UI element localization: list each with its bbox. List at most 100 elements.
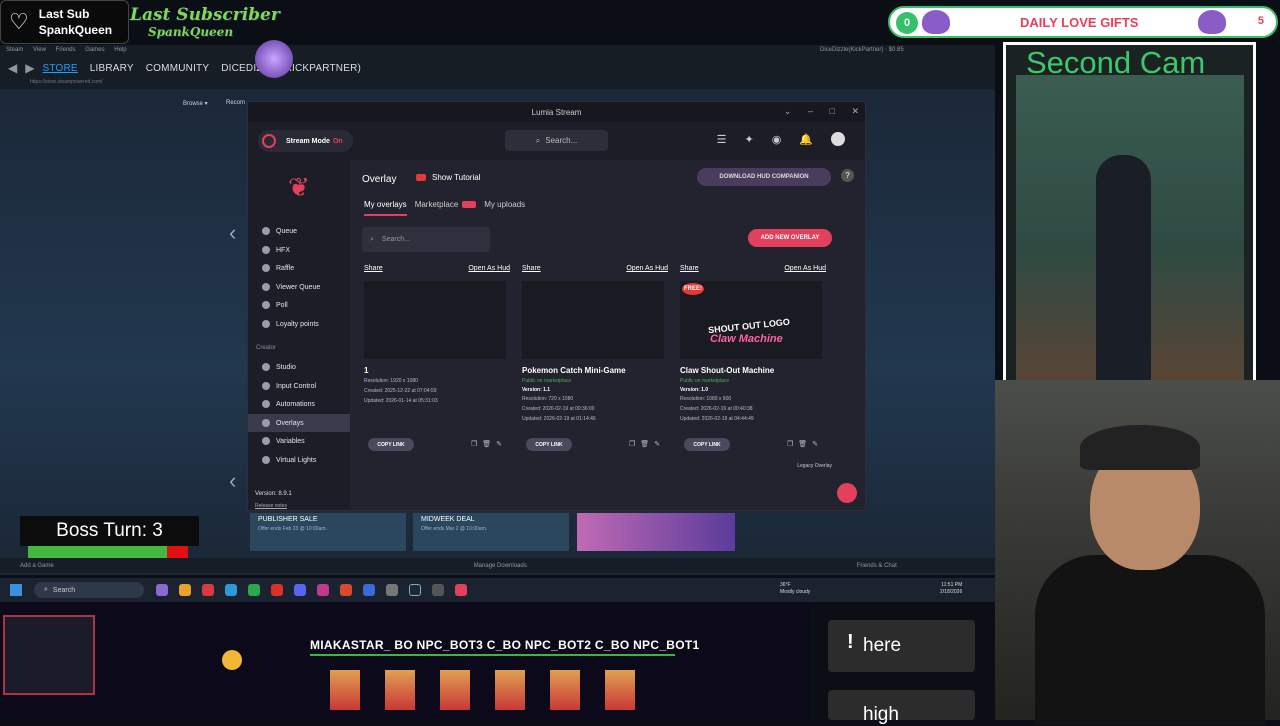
stream-mode-toggle[interactable]: Stream Mode On: [258, 130, 353, 152]
avatar[interactable]: [831, 132, 845, 146]
app-icon[interactable]: [432, 584, 444, 596]
carousel-prev-icon[interactable]: ‹: [229, 220, 236, 246]
sidebar-item-input-control[interactable]: Input Control: [248, 377, 350, 395]
nav-community[interactable]: COMMUNITY: [146, 63, 209, 74]
open-as-hud-link[interactable]: Open As Hud: [784, 265, 826, 277]
steam-menu-bar: Steam View Friends Games Help DiceDizzle…: [0, 45, 995, 57]
app-icon[interactable]: [363, 584, 375, 596]
overlay-card[interactable]: Share Open As Hud 1 Resolution: 1920 x 1…: [364, 265, 510, 465]
publisher-sale-tile[interactable]: PUBLISHER SALE Offer ends Feb 23 @ 10:00…: [250, 513, 406, 551]
carousel-prev-icon-2[interactable]: ‹: [229, 468, 236, 494]
palette-icon[interactable]: ◉: [772, 133, 782, 146]
overlay-search-input[interactable]: ⌕ Search...: [362, 227, 490, 252]
open-as-hud-link[interactable]: Open As Hud: [468, 265, 510, 277]
copy-link-button[interactable]: COPY LINK: [684, 438, 730, 451]
lumia-icon[interactable]: [455, 584, 467, 596]
tab-my-overlays[interactable]: My overlays: [364, 200, 407, 216]
back-arrow-icon[interactable]: ◀: [8, 61, 17, 75]
discord-icon[interactable]: [294, 584, 306, 596]
copy-link-button[interactable]: COPY LINK: [526, 438, 572, 451]
chevron-down-icon[interactable]: ⌄: [784, 106, 792, 116]
menu-view[interactable]: View: [33, 47, 46, 53]
nav-library[interactable]: LIBRARY: [90, 63, 134, 74]
share-link[interactable]: Share: [364, 265, 383, 277]
hfx-icon: [262, 246, 270, 254]
game-art-tile[interactable]: [577, 513, 735, 551]
overlay-card[interactable]: Share Open As Hud Pokemon Catch Mini-Gam…: [522, 265, 668, 465]
clock[interactable]: 11:51 PM 2/18/2026: [940, 582, 962, 596]
app-icon[interactable]: [340, 584, 352, 596]
windows-start-icon[interactable]: [10, 584, 22, 596]
steam-account[interactable]: DiceDizzle(KickPartner) · $0.85: [820, 47, 904, 53]
sidebar-item-hfx[interactable]: HFX: [248, 241, 350, 259]
manage-downloads-button[interactable]: Manage Downloads: [474, 563, 527, 569]
trash-icon[interactable]: 🗑: [482, 441, 491, 448]
sidebar-item-poll[interactable]: Poll: [248, 296, 350, 314]
sidebar-item-studio[interactable]: Studio: [248, 358, 350, 376]
menu-help[interactable]: Help: [114, 47, 126, 53]
menu-steam[interactable]: Steam: [6, 47, 23, 53]
app-icon[interactable]: [317, 584, 329, 596]
edge-icon[interactable]: [225, 584, 237, 596]
sidebar-item-queue[interactable]: Queue: [248, 222, 350, 240]
sidebar-item-overlays[interactable]: Overlays: [248, 414, 350, 432]
tab-marketplace[interactable]: Marketplace: [415, 200, 477, 216]
open-as-hud-link[interactable]: Open As Hud: [626, 265, 668, 277]
tab-my-uploads[interactable]: My uploads: [484, 200, 525, 216]
taskbar-search[interactable]: ⌕ Search: [34, 582, 144, 598]
edit-icon[interactable]: ✎: [496, 441, 502, 448]
app-icon[interactable]: [271, 584, 283, 596]
show-tutorial-button[interactable]: Show Tutorial: [416, 173, 480, 182]
weather-widget[interactable]: 36°F Mostly cloudy: [780, 582, 810, 596]
edit-icon[interactable]: ✎: [812, 441, 818, 448]
share-link[interactable]: Share: [522, 265, 541, 277]
sidebar-item-variables[interactable]: Variables: [248, 432, 350, 450]
chrome-icon[interactable]: [248, 584, 260, 596]
copy-link-button[interactable]: COPY LINK: [368, 438, 414, 451]
overlay-card[interactable]: Share Open As Hud FREE! SHOUT OUT LOGO C…: [680, 265, 826, 465]
app-icon[interactable]: [202, 584, 214, 596]
copy-icon[interactable]: ❐: [787, 441, 793, 448]
add-new-overlay-button[interactable]: ADD NEW OVERLAY: [748, 229, 832, 247]
legacy-overlay-link[interactable]: Legacy Overlay: [797, 463, 832, 469]
chat-fab-icon[interactable]: [837, 483, 857, 503]
browse-menu[interactable]: Browse ▾: [183, 100, 208, 107]
release-notes-link[interactable]: Release notes: [255, 503, 287, 509]
menu-friends[interactable]: Friends: [56, 47, 76, 53]
sidebar-item-virtual-lights[interactable]: Virtual Lights: [248, 451, 350, 469]
menu-games[interactable]: Games: [85, 47, 104, 53]
idea-icon[interactable]: ✦: [744, 133, 753, 146]
global-search[interactable]: ⌕ Search...: [505, 130, 608, 151]
close-icon[interactable]: ✕: [851, 106, 859, 116]
add-game-button[interactable]: Add a Game: [20, 563, 54, 569]
share-link[interactable]: Share: [680, 265, 699, 277]
sidebar-item-raffle[interactable]: Raffle: [248, 259, 350, 277]
window-controls: ⌄ – □ ✕: [770, 106, 859, 117]
minimize-icon[interactable]: –: [808, 106, 813, 116]
copy-icon[interactable]: ❐: [471, 441, 477, 448]
overlay-thumbnail[interactable]: [522, 281, 664, 359]
app-icon[interactable]: [156, 584, 168, 596]
steam-icon[interactable]: [409, 584, 421, 596]
recommended-menu[interactable]: Recom: [226, 100, 245, 106]
copy-icon[interactable]: ❐: [629, 441, 635, 448]
sidebar-item-viewer-queue[interactable]: Viewer Queue: [248, 278, 350, 296]
midweek-deal-tile[interactable]: MIDWEEK DEAL Offer ends Mar 2 @ 10:00am.: [413, 513, 569, 551]
trash-icon[interactable]: 🗑: [798, 441, 807, 448]
edit-icon[interactable]: ✎: [654, 441, 660, 448]
bell-icon[interactable]: 🔔: [799, 133, 813, 146]
friends-chat-button[interactable]: Friends & Chat: [857, 563, 897, 569]
obs-icon[interactable]: [386, 584, 398, 596]
sliders-icon[interactable]: ☰: [717, 133, 727, 146]
forward-arrow-icon[interactable]: ▶: [25, 61, 34, 75]
nav-store[interactable]: STORE: [42, 63, 77, 74]
overlay-thumbnail[interactable]: [364, 281, 506, 359]
overlay-thumbnail[interactable]: FREE! SHOUT OUT LOGO Claw Machine: [680, 281, 822, 359]
download-hud-button[interactable]: DOWNLOAD HUD COMPANION: [697, 168, 831, 186]
help-icon[interactable]: ?: [841, 169, 854, 182]
sidebar-item-loyalty[interactable]: Loyalty points: [248, 315, 350, 333]
trash-icon[interactable]: 🗑: [640, 441, 649, 448]
sidebar-item-automations[interactable]: Automations: [248, 395, 350, 413]
folder-icon[interactable]: [179, 584, 191, 596]
maximize-icon[interactable]: □: [830, 106, 835, 116]
